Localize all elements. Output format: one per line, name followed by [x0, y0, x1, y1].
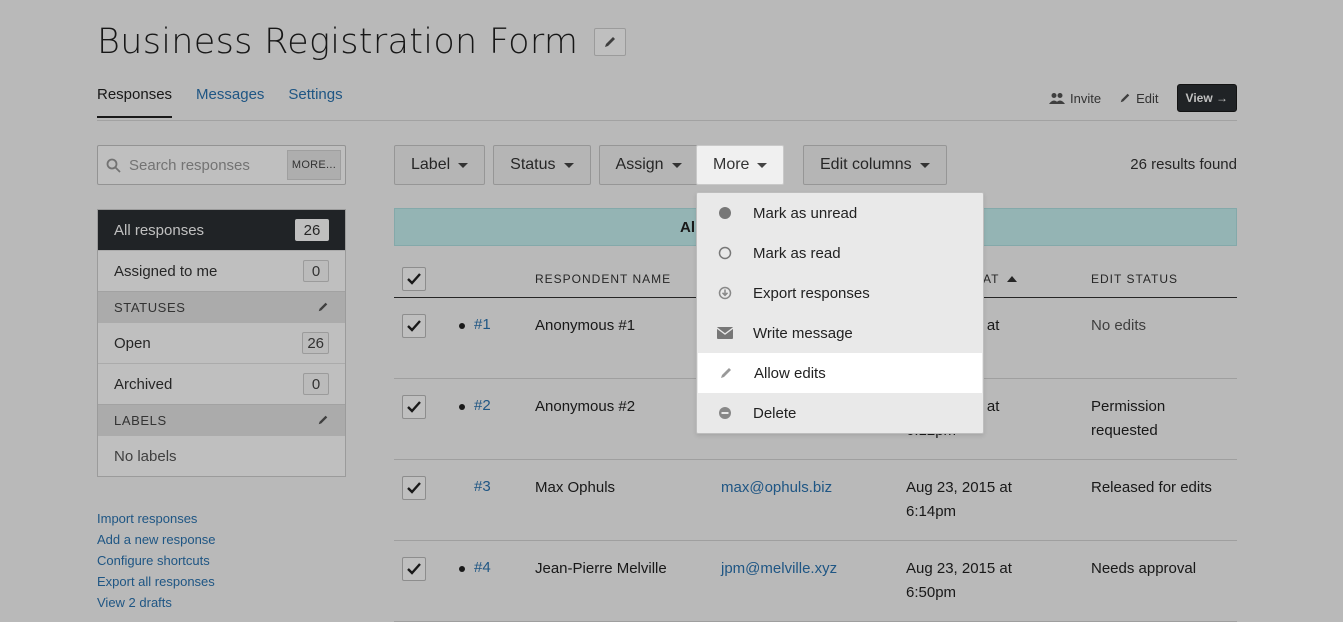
menu-item-label: Delete	[753, 404, 797, 422]
minus-circle-icon	[717, 405, 733, 421]
menu-item-label: Mark as unread	[753, 204, 858, 222]
modal-dim-overlay[interactable]	[0, 0, 1343, 622]
menu-item-mark-unread[interactable]: Mark as unread	[697, 193, 983, 233]
pencil-icon	[718, 365, 734, 381]
menu-item-label: Allow edits	[754, 364, 826, 382]
button-label: More	[713, 156, 750, 173]
menu-item-label: Export responses	[753, 284, 870, 302]
empty-circle-icon	[717, 245, 733, 261]
more-dropdown-menu: Mark as unread Mark as read Export respo…	[696, 192, 984, 434]
envelope-icon	[717, 325, 733, 341]
download-circle-icon	[717, 285, 733, 301]
menu-item-allow-edits[interactable]: Allow edits	[698, 353, 982, 393]
menu-item-label: Write message	[753, 324, 853, 342]
menu-item-export-responses[interactable]: Export responses	[697, 273, 983, 313]
menu-item-mark-read[interactable]: Mark as read	[697, 233, 983, 273]
filled-circle-icon	[717, 205, 733, 221]
menu-item-label: Mark as read	[753, 244, 841, 262]
caret-down-icon	[757, 162, 768, 168]
menu-item-write-message[interactable]: Write message	[697, 313, 983, 353]
more-dropdown-button[interactable]: More	[696, 145, 785, 185]
menu-item-delete[interactable]: Delete	[697, 393, 983, 433]
